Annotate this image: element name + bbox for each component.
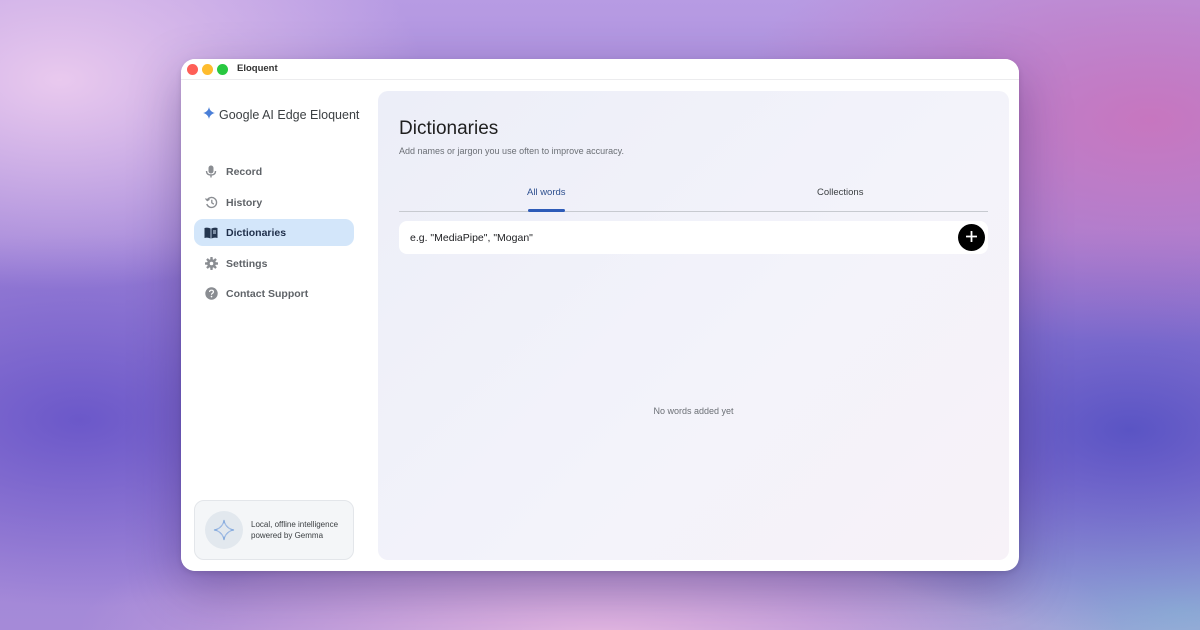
close-window-button[interactable] [187,64,198,75]
window-title: Eloquent [237,63,278,74]
sidebar-item-record[interactable]: Record [194,158,354,185]
sidebar-item-label: Settings [226,257,268,270]
minimize-window-button[interactable] [202,64,213,75]
sidebar-item-history[interactable]: History [194,189,354,216]
sidebar: Google AI Edge Eloquent Record History D… [181,80,377,571]
sidebar-item-label: History [226,196,263,209]
microphone-icon [204,165,218,179]
main-panel: Dictionaries Add names or jargon you use… [378,91,1009,560]
brand: Google AI Edge Eloquent [203,106,359,124]
sidebar-item-settings[interactable]: Settings [194,250,354,277]
add-word-input[interactable] [399,221,939,254]
sidebar-item-label: Dictionaries [226,226,287,239]
brand-title: Google AI Edge Eloquent [219,108,360,122]
title-bar: Eloquent [181,59,1019,80]
maximize-window-button[interactable] [217,64,228,75]
page-title: Dictionaries [399,118,499,139]
book-icon [204,226,218,240]
sidebar-item-contact-support[interactable]: Contact Support [194,280,354,307]
sidebar-item-label: Contact Support [226,287,309,300]
page-subtitle: Add names or jargon you use often to imp… [399,146,624,156]
add-word-bar [399,221,988,254]
sidebar-item-dictionaries[interactable]: Dictionaries [194,219,354,246]
promo-line-2: powered by Gemma [251,531,324,540]
history-icon [204,196,218,210]
gemini-spark-icon [203,106,215,124]
gear-icon [204,257,218,271]
promo-line-1: Local, offline intelligence [251,520,339,529]
empty-state-message: No words added yet [653,406,734,416]
help-icon [204,287,218,301]
add-word-button[interactable] [958,224,985,251]
promo-text: Local, offline intelligence powered by G… [251,519,338,541]
tab-bar: All words Collections [399,179,988,212]
active-tab-indicator [528,209,565,212]
tab-all-words[interactable]: All words [527,187,566,198]
tab-collections[interactable]: Collections [817,187,863,198]
gemma-icon [205,511,243,549]
app-window: Eloquent Google AI Edge Eloquent Record [181,59,1019,571]
gemma-promo-card: Local, offline intelligence powered by G… [194,500,354,560]
plus-icon [965,229,978,247]
sidebar-item-label: Record [226,165,263,178]
